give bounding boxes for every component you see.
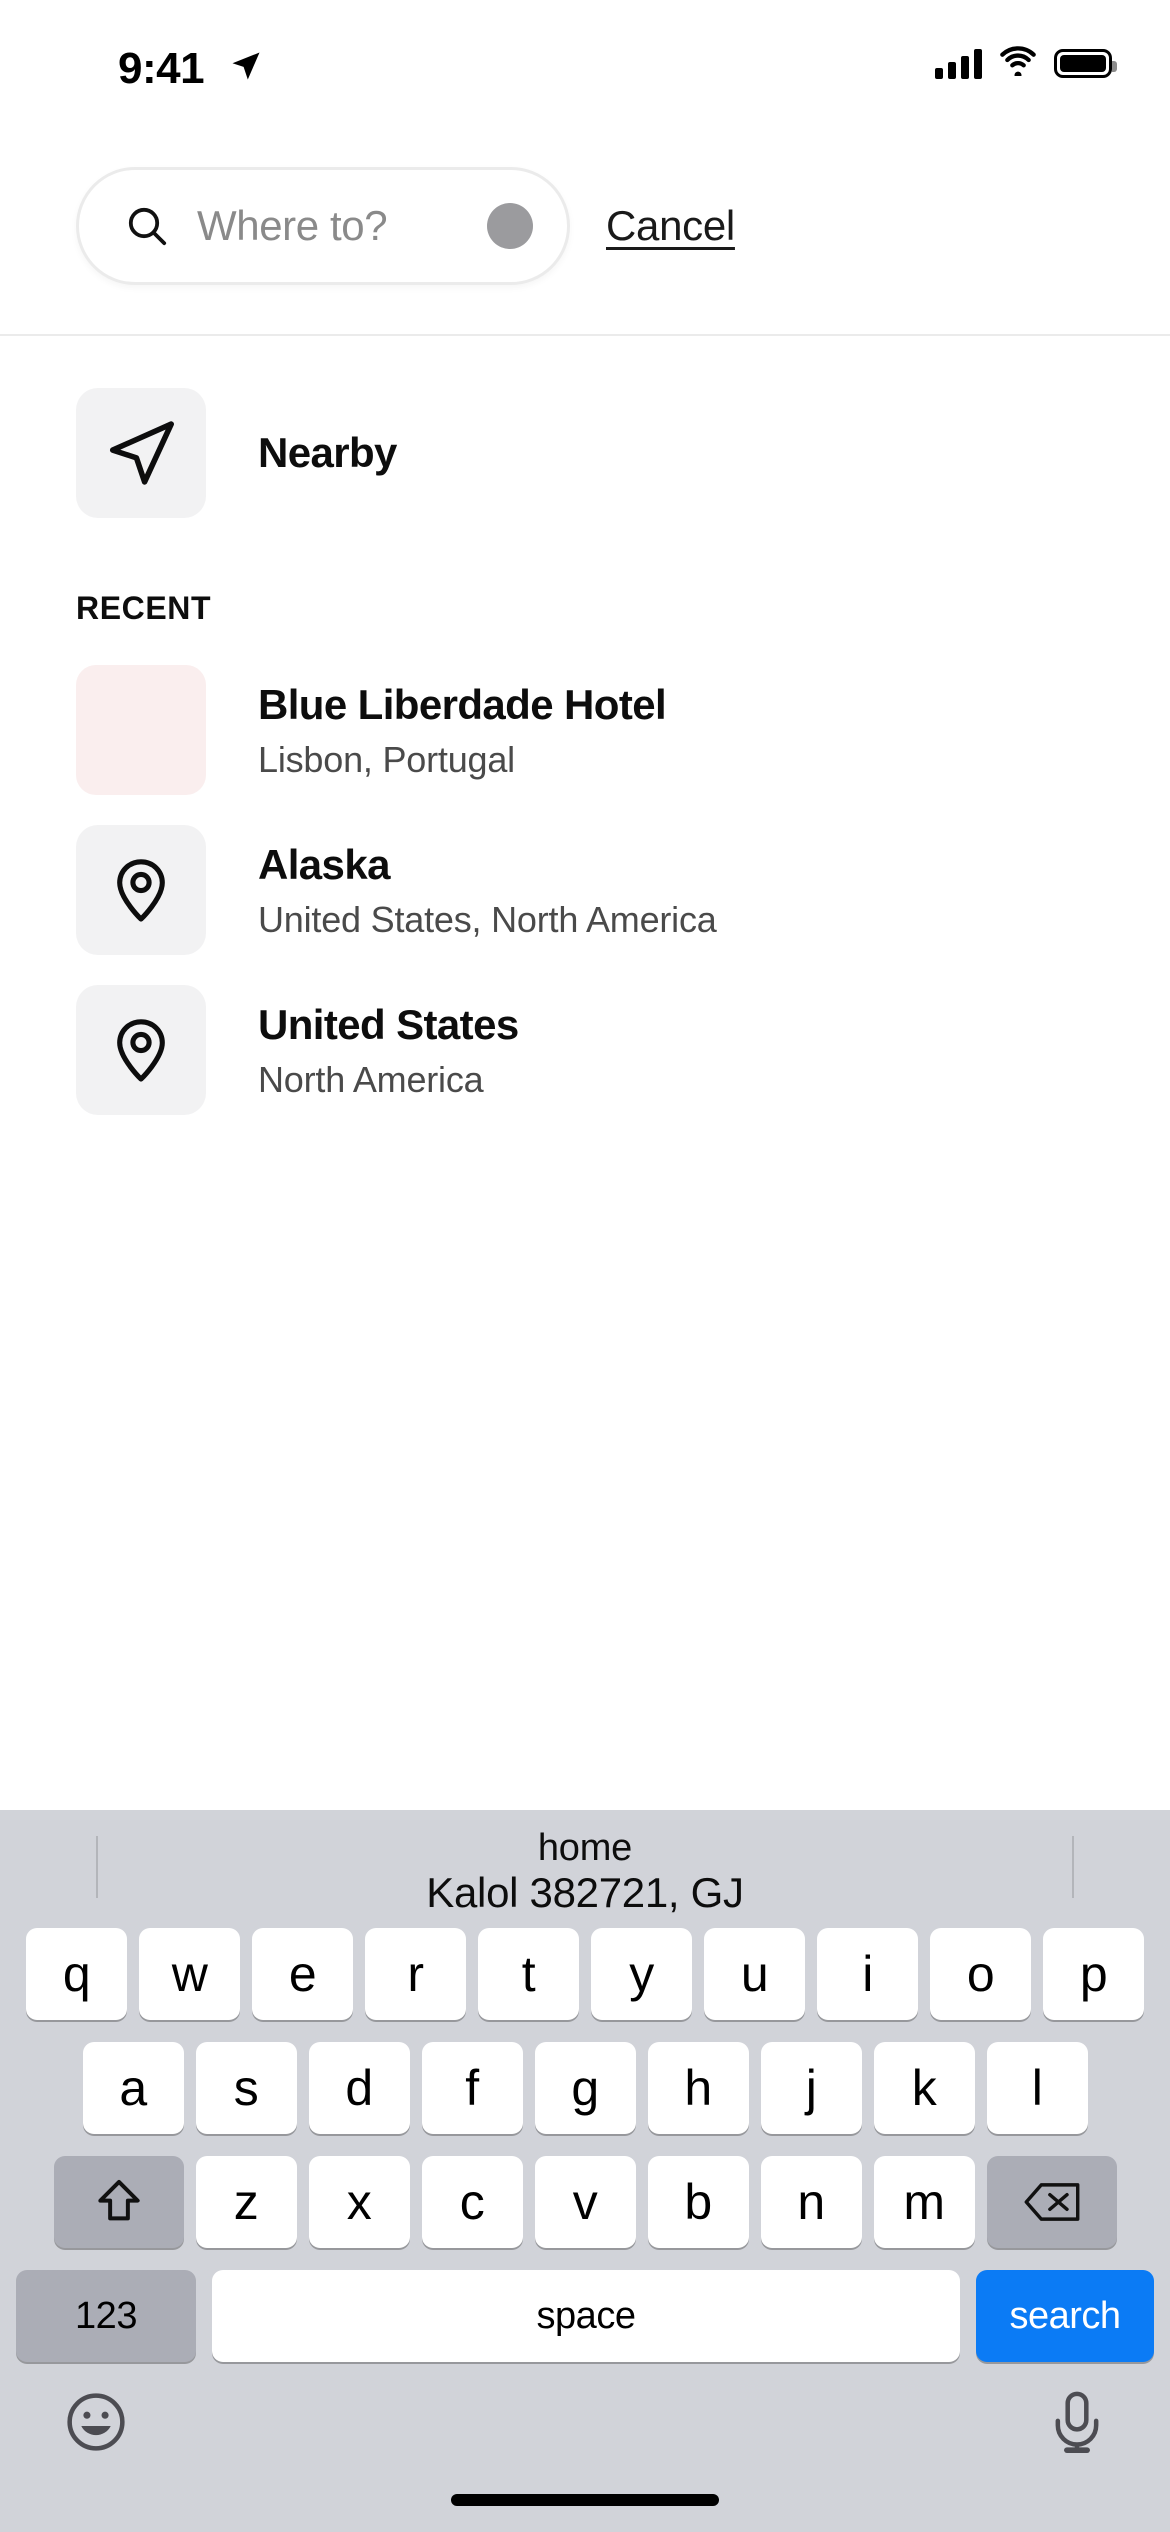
emoji-smiley-icon[interactable] [62,2388,130,2461]
nearby-label: Nearby [258,429,397,477]
key-m[interactable]: m [873,2156,975,2248]
key-y[interactable]: y [591,1928,692,2020]
key-t[interactable]: t [478,1928,579,2020]
search-icon [123,202,171,250]
prediction-primary[interactable]: home [538,1827,632,1869]
shift-arrow-icon[interactable] [53,2156,184,2248]
key-e[interactable]: e [252,1928,353,2020]
list-item-subtitle: Lisbon, Portugal [258,738,515,780]
search-input[interactable]: Where to? [76,167,570,285]
key-a[interactable]: a [82,2042,184,2134]
predictive-text-bar: home Kalol 382721, GJ [0,1810,1170,1928]
backspace-icon[interactable] [986,2156,1117,2248]
battery-full-icon [1054,49,1117,78]
wifi-icon [998,46,1038,81]
prediction-secondary[interactable]: Kalol 382721, GJ [426,1869,744,1916]
keyboard-row-2: a s d f g h j k l [0,2042,1170,2134]
key-w[interactable]: w [139,1928,240,2020]
keyboard-row-3: z x c v b n m [0,2156,1170,2248]
key-d[interactable]: d [308,2042,410,2134]
key-r[interactable]: r [365,1928,466,2020]
list-item[interactable]: Blue Liberdade Hotel Lisbon, Portugal [0,665,1170,795]
key-u[interactable]: u [704,1928,805,2020]
map-pin-icon [76,825,206,955]
recent-section-label: RECENT [76,590,212,626]
list-item-text: United States North America [258,1001,519,1100]
clear-dot-icon[interactable] [487,203,533,249]
key-p[interactable]: p [1043,1928,1144,2020]
phone-screen: 9:41 Where to? Cancel Nearby RECENT Blue… [0,0,1170,2532]
list-item-title: Alaska [258,840,390,888]
list-item-text: Blue Liberdade Hotel Lisbon, Portugal [258,680,667,780]
search-placeholder: Where to? [197,202,388,249]
keyboard-bottom-bar [0,2362,1170,2532]
key-j[interactable]: j [760,2042,862,2134]
location-arrow-icon [228,48,264,89]
cellular-signal-icon [935,48,982,79]
key-c[interactable]: c [421,2156,523,2248]
nearby-text: Nearby [258,429,397,476]
key-l[interactable]: l [986,2042,1088,2134]
list-item-title: Blue Liberdade Hotel [258,680,667,728]
key-v[interactable]: v [534,2156,636,2248]
key-f[interactable]: f [421,2042,523,2134]
list-item-title: United States [258,1000,519,1048]
keyboard-row-1: q w e r t y u i o p [0,1928,1170,2020]
keyboard-function-row: 123 space search [0,2270,1170,2362]
list-item-subtitle: North America [258,1058,484,1100]
status-indicators [935,46,1117,81]
status-time: 9:41 [118,44,205,93]
virtual-keyboard: home Kalol 382721, GJ q w e r t y u i o … [0,1810,1170,2532]
key-b[interactable]: b [647,2156,749,2248]
navigation-arrow-icon [76,388,206,518]
key-n[interactable]: n [760,2156,862,2248]
search-results-list: Nearby RECENT Blue Liberdade Hotel Lisbo… [0,336,1170,1810]
space-key[interactable]: space [212,2270,960,2362]
home-indicator [451,2494,719,2506]
key-s[interactable]: s [195,2042,297,2134]
list-item[interactable]: United States North America [0,985,1170,1115]
map-pin-icon [76,985,206,1115]
key-o[interactable]: o [930,1928,1031,2020]
key-g[interactable]: g [534,2042,636,2134]
status-bar: 9:41 [0,0,1170,118]
thumbnail-photo [76,665,206,795]
key-q[interactable]: q [26,1928,127,2020]
search-key[interactable]: search [976,2270,1154,2362]
list-item[interactable]: Alaska United States, North America [0,825,1170,955]
microphone-icon[interactable] [1046,2388,1108,2461]
list-item-subtitle: United States, North America [258,898,717,940]
search-header: Where to? Cancel [0,118,1170,336]
key-x[interactable]: x [308,2156,410,2248]
key-z[interactable]: z [195,2156,297,2248]
key-k[interactable]: k [873,2042,975,2134]
key-i[interactable]: i [817,1928,918,2020]
cancel-button[interactable]: Cancel [606,202,735,250]
nearby-row[interactable]: Nearby [0,388,1170,518]
numeric-key[interactable]: 123 [16,2270,196,2362]
key-h[interactable]: h [647,2042,749,2134]
list-item-text: Alaska United States, North America [258,841,717,940]
